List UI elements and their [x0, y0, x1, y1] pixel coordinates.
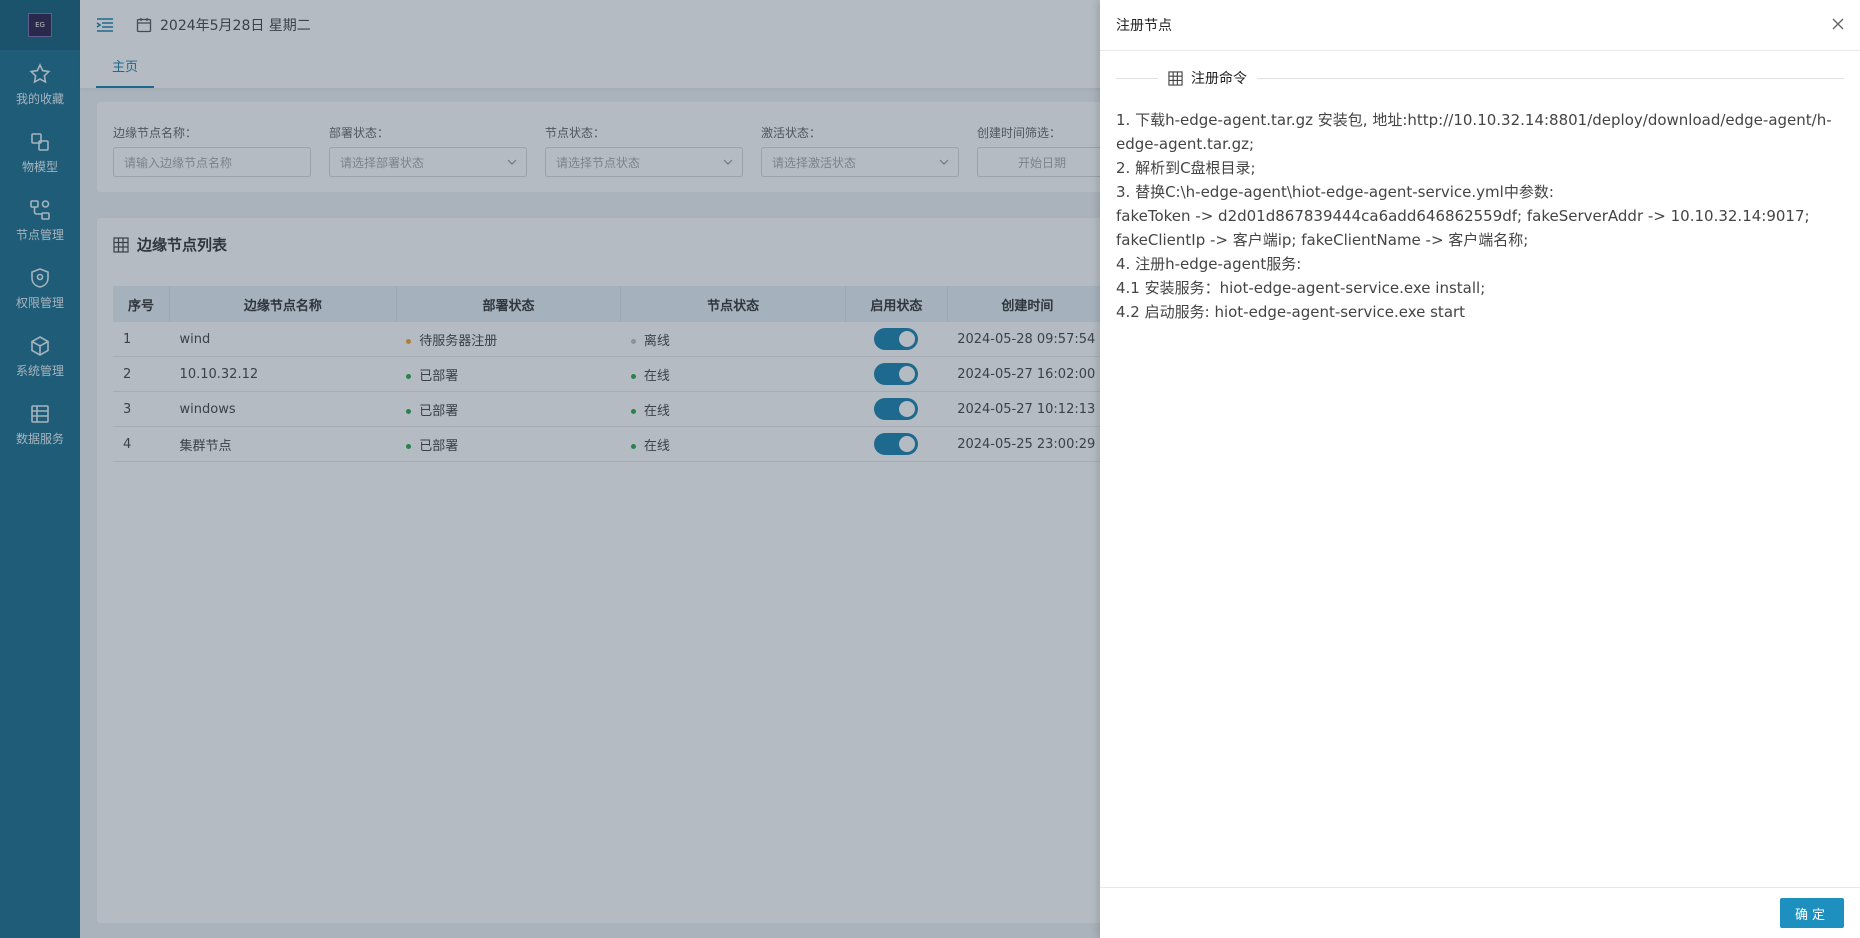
drawer-title: 注册节点 — [1116, 18, 1172, 34]
section-title: 注册命令 — [1191, 71, 1247, 87]
command-line: 2. 解析到C盘根目录; — [1116, 159, 1256, 177]
command-line: 1. 下载h-edge-agent.tar.gz 安装包, 地址:http://… — [1116, 111, 1832, 153]
close-icon[interactable] — [1830, 16, 1846, 32]
register-command-text: 1. 下载h-edge-agent.tar.gz 安装包, 地址:http://… — [1116, 108, 1846, 324]
command-line: 4.1 安装服务：hiot-edge-agent-service.exe ins… — [1116, 279, 1486, 297]
command-line: 4.2 启动服务: hiot-edge-agent-service.exe st… — [1116, 303, 1466, 321]
register-node-drawer: 注册节点 注册命令 1. 下载h-edge-agent.tar.gz 安装包, … — [1100, 0, 1860, 938]
confirm-button[interactable]: 确定 — [1780, 898, 1844, 928]
section-label: 注册命令 — [1158, 68, 1257, 88]
command-line: fakeToken -> d2d01d867839444ca6add646862… — [1116, 207, 1810, 249]
drawer-footer: 确定 — [1100, 887, 1860, 938]
command-line: 3. 替换C:\h-edge-agent\hiot-edge-agent-ser… — [1116, 183, 1554, 201]
table-icon — [1168, 70, 1183, 86]
command-line: 4. 注册h-edge-agent服务: — [1116, 255, 1302, 273]
drawer-header: 注册节点 — [1100, 0, 1860, 51]
